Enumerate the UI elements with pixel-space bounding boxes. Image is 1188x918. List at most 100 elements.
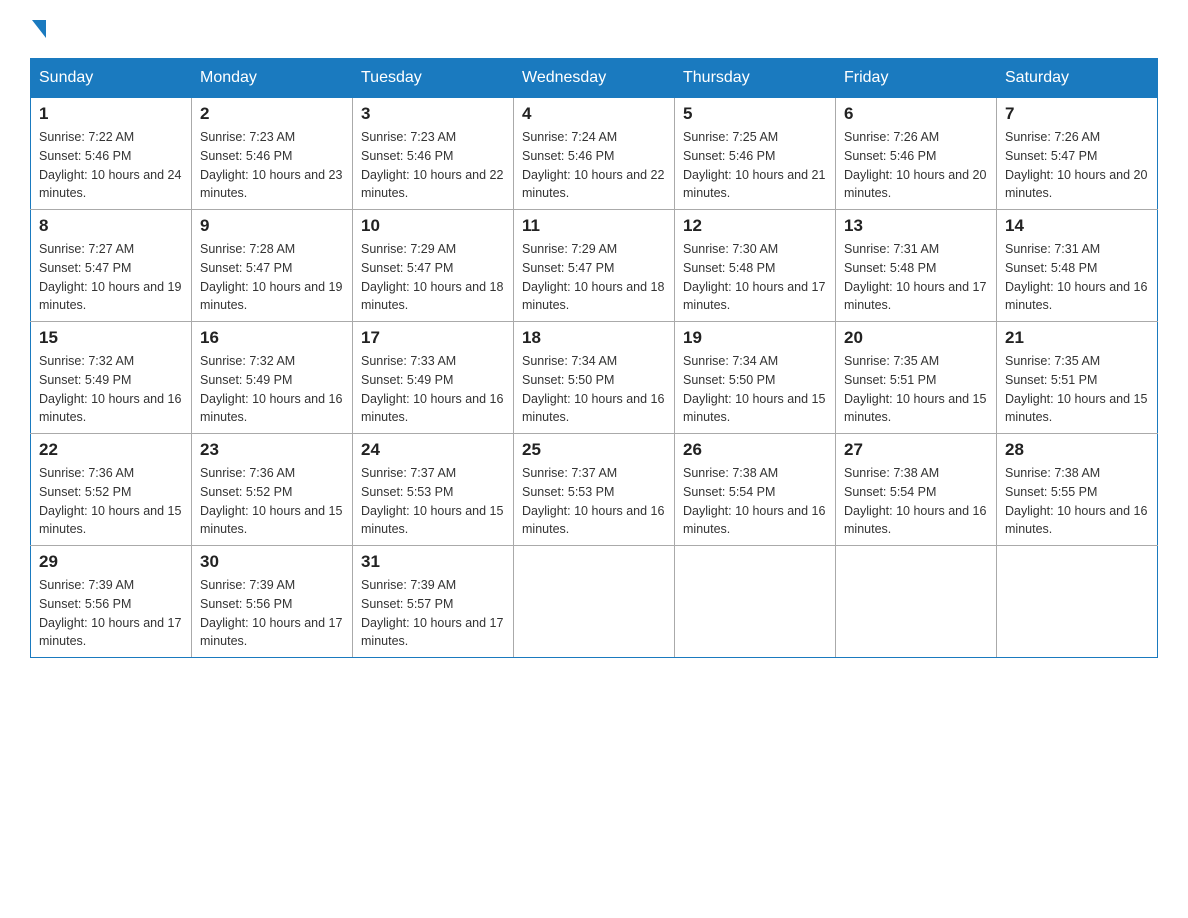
day-info: Sunrise: 7:26 AMSunset: 5:47 PMDaylight:… bbox=[1005, 128, 1149, 203]
day-number: 3 bbox=[361, 104, 505, 124]
calendar-cell: 12 Sunrise: 7:30 AMSunset: 5:48 PMDayligh… bbox=[675, 210, 836, 322]
day-info: Sunrise: 7:39 AMSunset: 5:56 PMDaylight:… bbox=[39, 576, 183, 651]
calendar-cell: 24 Sunrise: 7:37 AMSunset: 5:53 PMDayligh… bbox=[353, 434, 514, 546]
day-number: 31 bbox=[361, 552, 505, 572]
calendar-week-row: 15 Sunrise: 7:32 AMSunset: 5:49 PMDayligh… bbox=[31, 322, 1158, 434]
calendar-cell: 23 Sunrise: 7:36 AMSunset: 5:52 PMDayligh… bbox=[192, 434, 353, 546]
calendar-cell: 20 Sunrise: 7:35 AMSunset: 5:51 PMDayligh… bbox=[836, 322, 997, 434]
day-info: Sunrise: 7:31 AMSunset: 5:48 PMDaylight:… bbox=[1005, 240, 1149, 315]
calendar-cell: 30Sunrise: 7:39 AMSunset: 5:56 PMDayligh… bbox=[192, 546, 353, 658]
day-info: Sunrise: 7:29 AMSunset: 5:47 PMDaylight:… bbox=[522, 240, 666, 315]
day-number: 10 bbox=[361, 216, 505, 236]
day-info: Sunrise: 7:38 AMSunset: 5:55 PMDaylight:… bbox=[1005, 464, 1149, 539]
col-header-monday: Monday bbox=[192, 59, 353, 98]
day-info: Sunrise: 7:39 AMSunset: 5:57 PMDaylight:… bbox=[361, 576, 505, 651]
day-number: 24 bbox=[361, 440, 505, 460]
calendar-cell: 2 Sunrise: 7:23 AMSunset: 5:46 PMDaylight… bbox=[192, 98, 353, 210]
calendar-cell: 8 Sunrise: 7:27 AMSunset: 5:47 PMDaylight… bbox=[31, 210, 192, 322]
col-header-saturday: Saturday bbox=[997, 59, 1158, 98]
calendar-week-row: 22 Sunrise: 7:36 AMSunset: 5:52 PMDayligh… bbox=[31, 434, 1158, 546]
day-number: 8 bbox=[39, 216, 183, 236]
col-header-friday: Friday bbox=[836, 59, 997, 98]
calendar-cell: 22 Sunrise: 7:36 AMSunset: 5:52 PMDayligh… bbox=[31, 434, 192, 546]
day-number: 4 bbox=[522, 104, 666, 124]
calendar-cell: 18 Sunrise: 7:34 AMSunset: 5:50 PMDayligh… bbox=[514, 322, 675, 434]
col-header-thursday: Thursday bbox=[675, 59, 836, 98]
day-info: Sunrise: 7:29 AMSunset: 5:47 PMDaylight:… bbox=[361, 240, 505, 315]
day-number: 29 bbox=[39, 552, 183, 572]
calendar-cell: 11 Sunrise: 7:29 AMSunset: 5:47 PMDayligh… bbox=[514, 210, 675, 322]
day-number: 19 bbox=[683, 328, 827, 348]
day-number: 16 bbox=[200, 328, 344, 348]
day-number: 26 bbox=[683, 440, 827, 460]
day-info: Sunrise: 7:28 AMSunset: 5:47 PMDaylight:… bbox=[200, 240, 344, 315]
calendar-cell: 14 Sunrise: 7:31 AMSunset: 5:48 PMDayligh… bbox=[997, 210, 1158, 322]
calendar-cell bbox=[514, 546, 675, 658]
day-number: 11 bbox=[522, 216, 666, 236]
day-number: 30 bbox=[200, 552, 344, 572]
calendar-cell: 1 Sunrise: 7:22 AMSunset: 5:46 PMDaylight… bbox=[31, 98, 192, 210]
calendar-cell: 7 Sunrise: 7:26 AMSunset: 5:47 PMDaylight… bbox=[997, 98, 1158, 210]
day-info: Sunrise: 7:24 AMSunset: 5:46 PMDaylight:… bbox=[522, 128, 666, 203]
day-number: 15 bbox=[39, 328, 183, 348]
day-number: 5 bbox=[683, 104, 827, 124]
day-info: Sunrise: 7:32 AMSunset: 5:49 PMDaylight:… bbox=[39, 352, 183, 427]
calendar-cell bbox=[675, 546, 836, 658]
day-number: 6 bbox=[844, 104, 988, 124]
calendar-cell: 17Sunrise: 7:33 AMSunset: 5:49 PMDayligh… bbox=[353, 322, 514, 434]
calendar-cell: 19Sunrise: 7:34 AMSunset: 5:50 PMDayligh… bbox=[675, 322, 836, 434]
logo-arrow-icon bbox=[32, 20, 46, 38]
calendar-cell: 27Sunrise: 7:38 AMSunset: 5:54 PMDayligh… bbox=[836, 434, 997, 546]
day-number: 14 bbox=[1005, 216, 1149, 236]
day-info: Sunrise: 7:36 AMSunset: 5:52 PMDaylight:… bbox=[200, 464, 344, 539]
day-number: 22 bbox=[39, 440, 183, 460]
day-number: 13 bbox=[844, 216, 988, 236]
calendar-cell: 28 Sunrise: 7:38 AMSunset: 5:55 PMDayligh… bbox=[997, 434, 1158, 546]
day-info: Sunrise: 7:37 AMSunset: 5:53 PMDaylight:… bbox=[361, 464, 505, 539]
calendar-week-row: 8 Sunrise: 7:27 AMSunset: 5:47 PMDaylight… bbox=[31, 210, 1158, 322]
day-number: 20 bbox=[844, 328, 988, 348]
page-header bbox=[30, 20, 1158, 38]
calendar-week-row: 1 Sunrise: 7:22 AMSunset: 5:46 PMDaylight… bbox=[31, 98, 1158, 210]
calendar-cell: 15 Sunrise: 7:32 AMSunset: 5:49 PMDayligh… bbox=[31, 322, 192, 434]
day-info: Sunrise: 7:23 AMSunset: 5:46 PMDaylight:… bbox=[200, 128, 344, 203]
logo bbox=[30, 20, 48, 38]
calendar-table: SundayMondayTuesdayWednesdayThursdayFrid… bbox=[30, 58, 1158, 658]
calendar-cell: 13 Sunrise: 7:31 AMSunset: 5:48 PMDayligh… bbox=[836, 210, 997, 322]
day-info: Sunrise: 7:36 AMSunset: 5:52 PMDaylight:… bbox=[39, 464, 183, 539]
calendar-cell: 31 Sunrise: 7:39 AMSunset: 5:57 PMDayligh… bbox=[353, 546, 514, 658]
calendar-cell: 10 Sunrise: 7:29 AMSunset: 5:47 PMDayligh… bbox=[353, 210, 514, 322]
col-header-wednesday: Wednesday bbox=[514, 59, 675, 98]
day-info: Sunrise: 7:37 AMSunset: 5:53 PMDaylight:… bbox=[522, 464, 666, 539]
calendar-cell: 16 Sunrise: 7:32 AMSunset: 5:49 PMDayligh… bbox=[192, 322, 353, 434]
day-number: 7 bbox=[1005, 104, 1149, 124]
day-info: Sunrise: 7:35 AMSunset: 5:51 PMDaylight:… bbox=[844, 352, 988, 427]
day-number: 25 bbox=[522, 440, 666, 460]
calendar-cell: 25 Sunrise: 7:37 AMSunset: 5:53 PMDayligh… bbox=[514, 434, 675, 546]
day-number: 28 bbox=[1005, 440, 1149, 460]
day-info: Sunrise: 7:25 AMSunset: 5:46 PMDaylight:… bbox=[683, 128, 827, 203]
day-info: Sunrise: 7:32 AMSunset: 5:49 PMDaylight:… bbox=[200, 352, 344, 427]
day-number: 18 bbox=[522, 328, 666, 348]
day-info: Sunrise: 7:34 AMSunset: 5:50 PMDaylight:… bbox=[522, 352, 666, 427]
calendar-cell bbox=[836, 546, 997, 658]
calendar-cell: 6Sunrise: 7:26 AMSunset: 5:46 PMDaylight… bbox=[836, 98, 997, 210]
day-number: 1 bbox=[39, 104, 183, 124]
day-info: Sunrise: 7:27 AMSunset: 5:47 PMDaylight:… bbox=[39, 240, 183, 315]
calendar-cell bbox=[997, 546, 1158, 658]
day-number: 12 bbox=[683, 216, 827, 236]
day-info: Sunrise: 7:30 AMSunset: 5:48 PMDaylight:… bbox=[683, 240, 827, 315]
day-info: Sunrise: 7:22 AMSunset: 5:46 PMDaylight:… bbox=[39, 128, 183, 203]
day-info: Sunrise: 7:31 AMSunset: 5:48 PMDaylight:… bbox=[844, 240, 988, 315]
calendar-cell: 3Sunrise: 7:23 AMSunset: 5:46 PMDaylight… bbox=[353, 98, 514, 210]
day-number: 17 bbox=[361, 328, 505, 348]
calendar-cell: 29 Sunrise: 7:39 AMSunset: 5:56 PMDayligh… bbox=[31, 546, 192, 658]
day-info: Sunrise: 7:38 AMSunset: 5:54 PMDaylight:… bbox=[683, 464, 827, 539]
calendar-cell: 26 Sunrise: 7:38 AMSunset: 5:54 PMDayligh… bbox=[675, 434, 836, 546]
day-number: 2 bbox=[200, 104, 344, 124]
calendar-cell: 5 Sunrise: 7:25 AMSunset: 5:46 PMDaylight… bbox=[675, 98, 836, 210]
day-number: 23 bbox=[200, 440, 344, 460]
col-header-sunday: Sunday bbox=[31, 59, 192, 98]
calendar-cell: 21Sunrise: 7:35 AMSunset: 5:51 PMDayligh… bbox=[997, 322, 1158, 434]
col-header-tuesday: Tuesday bbox=[353, 59, 514, 98]
